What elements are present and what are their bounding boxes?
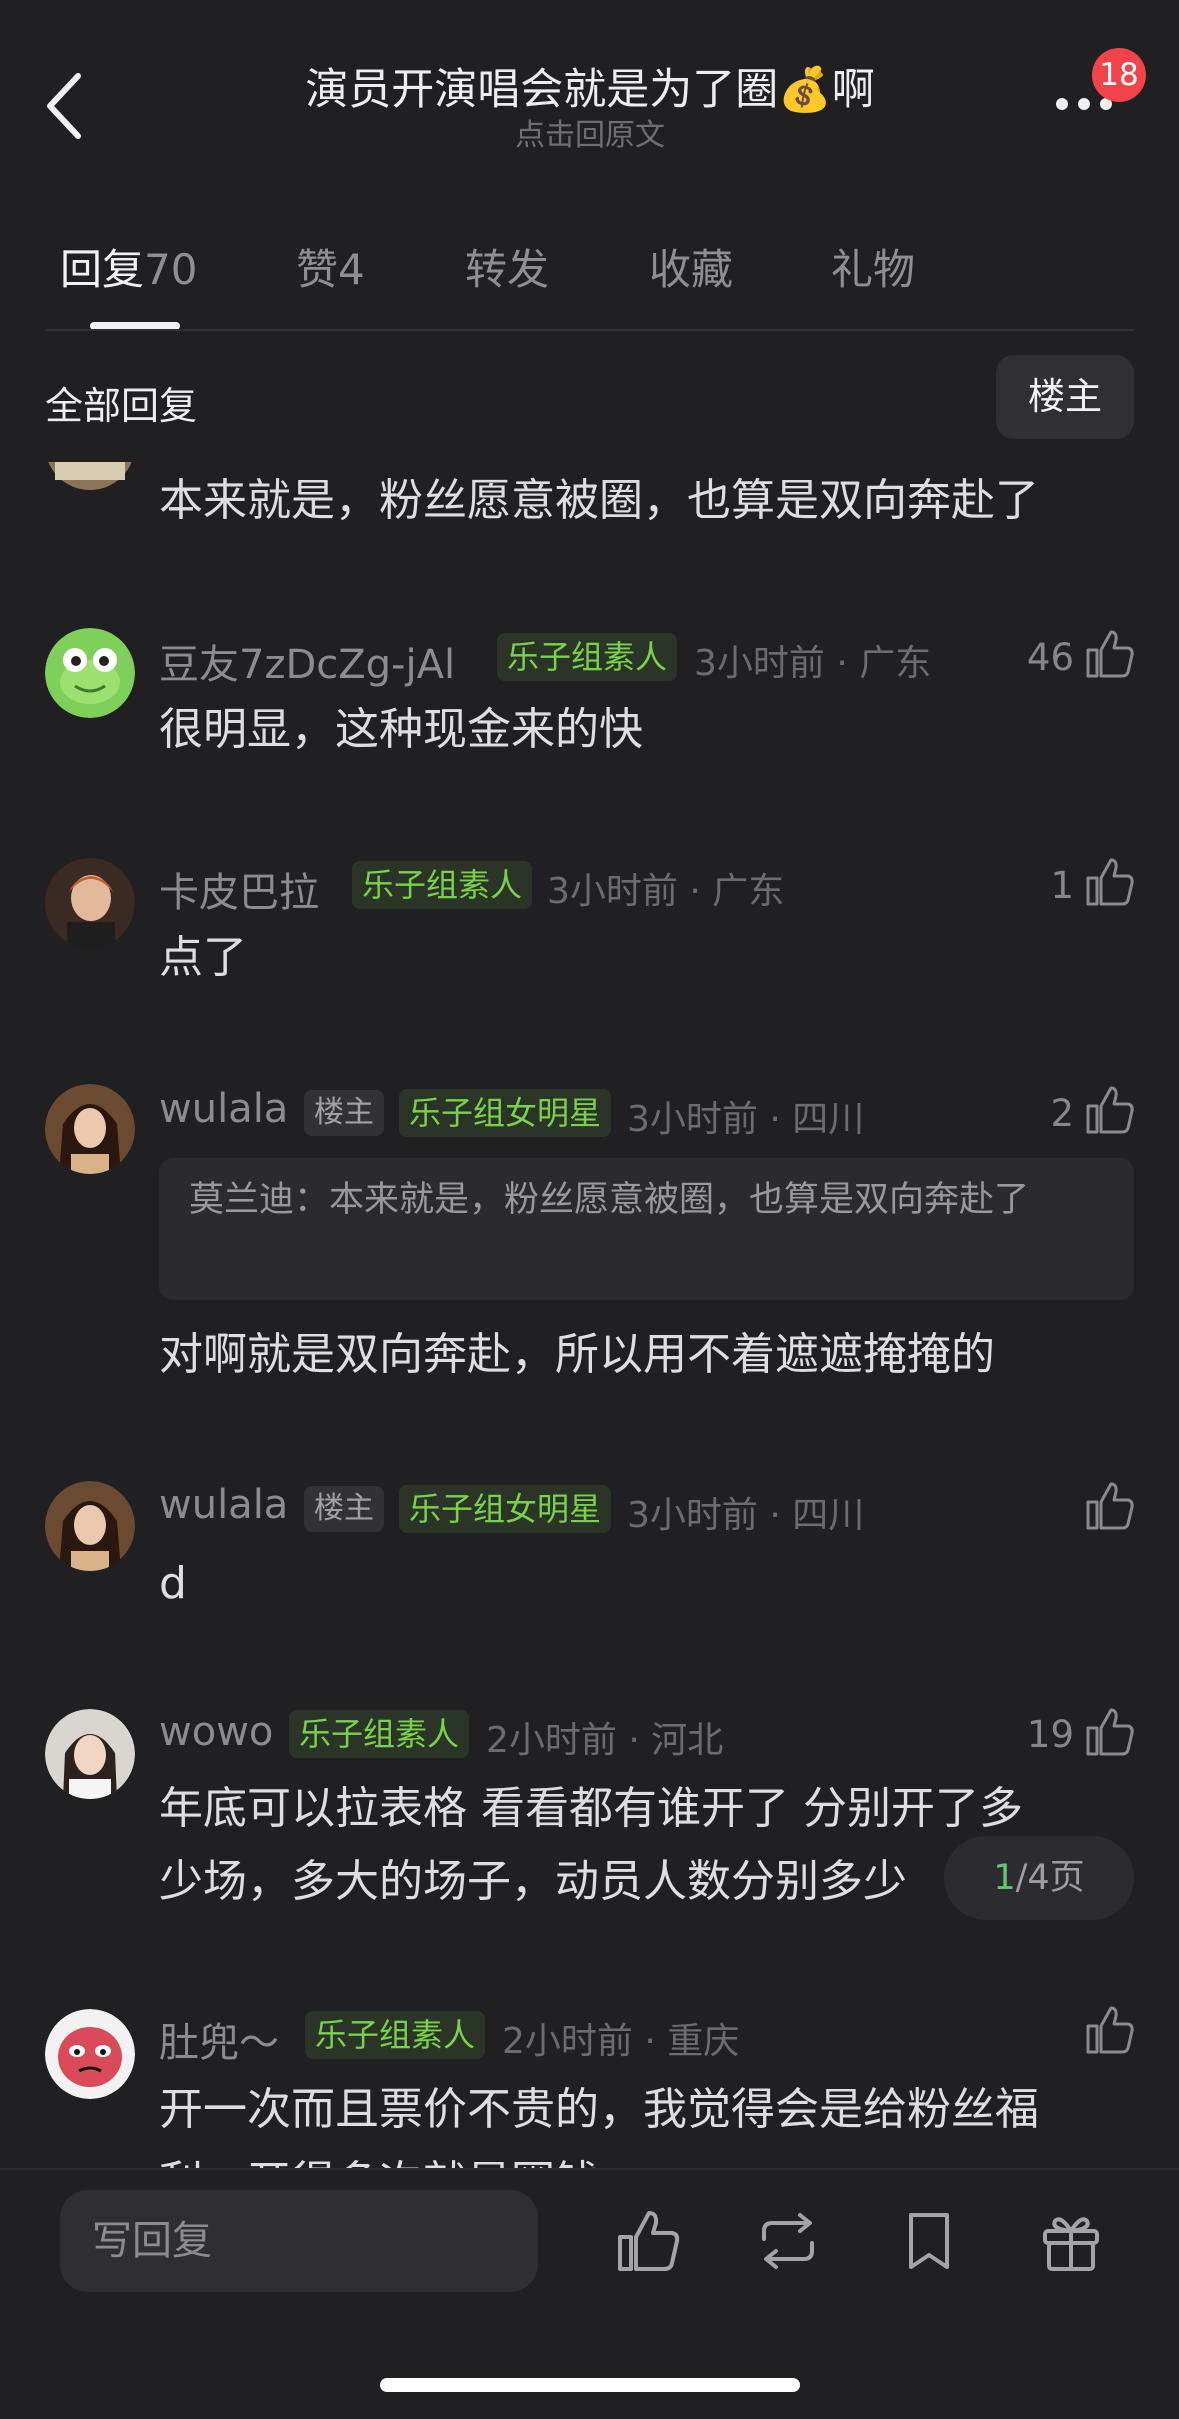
comment-text: 年底可以拉表格 看看都有谁开了 分别开了多	[159, 1783, 1023, 1834]
gift-icon[interactable]	[1035, 2205, 1107, 2277]
tab-reposts[interactable]: 转发	[465, 236, 549, 297]
group-badge: 乐子组女明星	[399, 1089, 612, 1137]
thumb-up-icon[interactable]	[1084, 628, 1136, 680]
like-icon[interactable]	[612, 2205, 684, 2277]
username[interactable]: wowo	[159, 1709, 273, 1755]
tab-label: 回复	[60, 245, 145, 294]
repost-icon[interactable]	[752, 2205, 824, 2277]
tab-gifts[interactable]: 礼物	[831, 236, 915, 297]
tab-favorites[interactable]: 收藏	[649, 236, 733, 297]
comment-text: 少场，多大的场子，动员人数分别多少	[159, 1856, 907, 1907]
thumb-up-icon[interactable]	[1084, 1706, 1136, 1758]
group-badge: 乐子组素人	[352, 861, 533, 909]
like-count: 19	[1026, 1713, 1074, 1756]
divider	[45, 329, 1134, 331]
group-badge: 乐子组素人	[497, 633, 678, 681]
comment-text: 点了	[159, 932, 247, 983]
avatar[interactable]	[45, 1709, 135, 1799]
comment-text: 本来就是，粉丝愿意被圈，也算是双向奔赴了	[159, 475, 1039, 526]
username[interactable]: 卡皮巴拉	[159, 860, 319, 918]
bookmark-icon[interactable]	[893, 2205, 965, 2277]
reply-input[interactable]: 写回复	[60, 2190, 538, 2292]
home-indicator	[380, 2378, 800, 2392]
tab-replies[interactable]: 回复70	[60, 236, 197, 297]
tab-likes[interactable]: 赞4	[296, 236, 365, 297]
total-pages: /4页	[1015, 1858, 1085, 1898]
comment-meta: 2小时前 · 河北	[486, 1720, 724, 1761]
thumb-up-icon[interactable]	[1084, 2004, 1136, 2056]
username[interactable]: wulala	[159, 1482, 288, 1528]
back-to-original-link[interactable]: 点击回原文	[200, 110, 980, 154]
comment-text: 开一次而且票价不贵的，我觉得会是给粉丝福	[159, 2084, 1039, 2135]
op-badge: 楼主	[304, 1486, 384, 1532]
username[interactable]: wulala	[159, 1086, 288, 1132]
comment-meta: 3小时前 · 四川	[627, 1099, 865, 1140]
comment-meta: 3小时前 · 四川	[627, 1495, 865, 1536]
comment-meta: 3小时前 · 广东	[547, 871, 785, 912]
avatar[interactable]	[45, 2009, 135, 2099]
quoted-reply[interactable]: 莫兰迪：本来就是，粉丝愿意被圈，也算是双向奔赴了	[159, 1158, 1134, 1300]
back-icon[interactable]	[36, 66, 96, 146]
group-badge: 乐子组女明星	[399, 1485, 612, 1533]
group-badge: 乐子组素人	[305, 2011, 486, 2059]
comment-text: 很明显，这种现金来的快	[159, 704, 643, 755]
avatar[interactable]	[45, 1084, 135, 1174]
page-title[interactable]: 演员开演唱会就是为了圈💰啊	[200, 55, 980, 117]
op-only-filter-button[interactable]: 楼主	[996, 355, 1134, 439]
group-badge: 乐子组素人	[289, 1710, 470, 1758]
comment-text: 对啊就是双向奔赴，所以用不着遮遮掩掩的	[159, 1329, 995, 1380]
tab-count: 4	[338, 245, 365, 294]
tab-label: 赞	[296, 245, 339, 294]
comment-meta: 2小时前 · 重庆	[502, 2021, 740, 2062]
like-count: 1	[1050, 864, 1074, 907]
op-badge: 楼主	[304, 1090, 384, 1136]
section-title: 全部回复	[45, 384, 198, 428]
thumb-up-icon[interactable]	[1084, 1084, 1136, 1136]
like-count: 2	[1050, 1092, 1074, 1135]
avatar[interactable]	[45, 858, 135, 948]
avatar[interactable]	[45, 1481, 135, 1571]
current-page: 1	[993, 1858, 1016, 1898]
username[interactable]: 豆友7zDcZg-jAl	[159, 632, 455, 690]
comment-text: d	[159, 1558, 187, 1609]
avatar[interactable]	[45, 462, 135, 490]
username[interactable]: 肚兜～	[159, 2010, 279, 2068]
like-count: 46	[1026, 636, 1074, 679]
comment-meta: 3小时前 · 广东	[694, 643, 932, 684]
notification-badge: 18	[1092, 48, 1146, 102]
thumb-up-icon[interactable]	[1084, 1480, 1136, 1532]
avatar[interactable]	[45, 628, 135, 718]
thumb-up-icon[interactable]	[1084, 856, 1136, 908]
page-indicator[interactable]: 1/4页	[944, 1836, 1134, 1920]
tab-count: 70	[144, 245, 198, 294]
